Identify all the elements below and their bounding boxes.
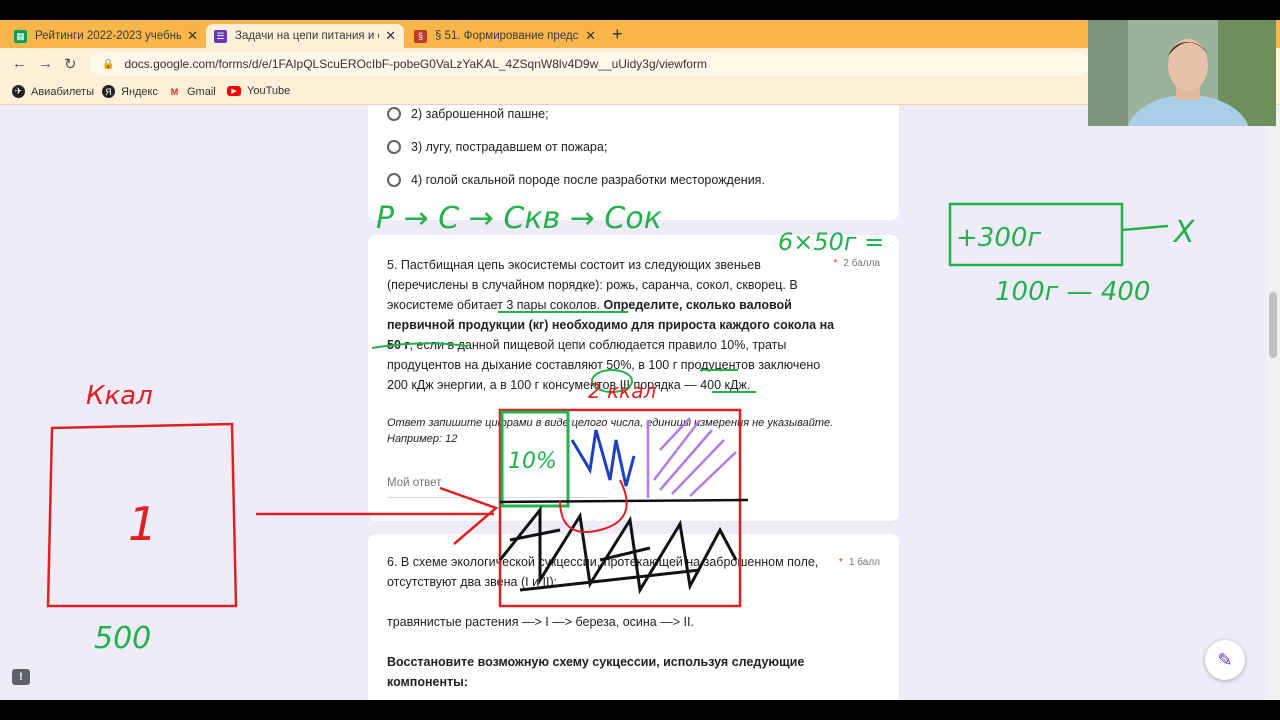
option-2[interactable]: 2) заброшенной пашне; <box>387 107 549 121</box>
tab-textbook[interactable]: § § 51. Формирование представле ✕ <box>406 24 604 48</box>
webcam-overlay <box>1088 20 1276 126</box>
reload-icon[interactable]: ↻ <box>64 55 77 73</box>
question-5-points: * 2 балла <box>833 258 880 269</box>
book-icon: § <box>414 29 427 43</box>
yandex-icon: Я <box>102 85 115 98</box>
radio-button[interactable] <box>387 107 401 121</box>
forward-icon[interactable]: → <box>38 55 53 72</box>
radio-button[interactable] <box>387 173 401 187</box>
bookmark-aviabilety[interactable]: ✈ Авиабилеты <box>12 85 94 98</box>
close-icon[interactable]: ✕ <box>585 28 596 44</box>
screen-top-bar <box>0 0 1280 20</box>
question-6-scheme: травянистые растения —> I —> береза, оси… <box>387 615 694 629</box>
scrollbar-thumb[interactable] <box>1269 292 1277 358</box>
tab-ratings[interactable]: ▦ Рейтинги 2022-2023 учебный го ✕ <box>6 24 206 48</box>
address-bar[interactable]: 🔒 docs.google.com/forms/d/e/1FAIpQLScuER… <box>90 52 1090 76</box>
feedback-icon[interactable]: ! <box>12 669 30 685</box>
question-5-hint: Ответ запишите цифрами в виде целого чис… <box>387 417 834 445</box>
back-icon[interactable]: ← <box>12 55 27 72</box>
close-icon[interactable]: ✕ <box>187 28 198 44</box>
url-text: docs.google.com/forms/d/e/1FAIpQLScuEROc… <box>124 57 707 71</box>
forms-icon: ☰ <box>214 29 227 43</box>
screen-bottom-bar <box>0 700 1280 720</box>
answer-underline <box>387 497 607 498</box>
question-5-card: 5. Пастбищная цепь экосистемы состоит из… <box>368 235 899 521</box>
sheets-icon: ▦ <box>14 29 27 43</box>
bookmark-yandex[interactable]: Я Яндекс <box>102 85 158 98</box>
edit-pencil-icon[interactable]: ✎ <box>1205 640 1245 680</box>
form-page: 2) заброшенной пашне; 3) лугу, пострадав… <box>0 105 1266 700</box>
bookmark-youtube[interactable]: ▶ YouTube <box>227 85 290 97</box>
bookmark-gmail[interactable]: M Gmail <box>168 85 216 98</box>
gmail-icon: M <box>170 86 179 97</box>
close-icon[interactable]: ✕ <box>385 28 396 44</box>
question-6-text: 6. В схеме экологической сукцессии, прот… <box>387 555 819 589</box>
plane-icon: ✈ <box>12 85 25 98</box>
new-tab-button[interactable]: + <box>612 24 623 44</box>
radio-button[interactable] <box>387 140 401 154</box>
presenter-video <box>1088 20 1276 126</box>
question-4-card: 2) заброшенной пашне; 3) лугу, пострадав… <box>368 105 899 220</box>
option-3[interactable]: 3) лугу, пострадавшем от пожара; <box>387 140 607 154</box>
question-6-instruction: Восстановите возможную схему сукцессии, … <box>387 655 805 689</box>
tab-forms[interactable]: ☰ Задачи на цепи питания и сукц ✕ <box>206 24 404 48</box>
youtube-icon: ▶ <box>227 86 241 96</box>
option-4[interactable]: 4) голой скальной породе после разработк… <box>387 173 765 187</box>
answer-input[interactable]: Мой ответ <box>387 477 441 489</box>
question-5-text: 5. Пастбищная цепь экосистемы состоит из… <box>387 258 835 392</box>
question-6-card: 6. В схеме экологической сукцессии, прот… <box>368 534 899 700</box>
question-6-points: * 1 балл <box>839 557 880 568</box>
scrollbar[interactable] <box>1266 105 1280 700</box>
lock-icon: 🔒 <box>102 58 115 70</box>
